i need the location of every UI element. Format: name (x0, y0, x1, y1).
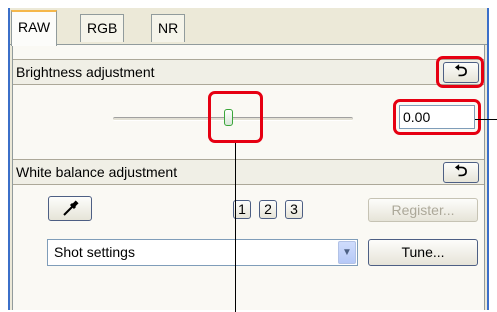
white-balance-title: White balance adjustment (16, 164, 178, 180)
preset-1-label: 1 (238, 201, 246, 217)
thumb-callout-line (235, 143, 236, 312)
tab-raw-label: RAW (18, 19, 51, 35)
white-balance-selected-value: Shot settings (54, 244, 135, 260)
tune-label: Tune... (401, 244, 445, 260)
tab-bar: RAW RGB NR (10, 8, 487, 46)
preset-2-button[interactable]: 2 (259, 200, 277, 219)
tab-nr-label: NR (158, 20, 179, 36)
white-balance-select[interactable]: Shot settings ▼ (47, 239, 358, 266)
white-balance-section-header: White balance adjustment (13, 159, 484, 185)
chevron-down-icon[interactable]: ▼ (338, 241, 356, 264)
tab-raw[interactable]: RAW (11, 10, 58, 46)
tab-rgb-label: RGB (87, 20, 118, 36)
white-balance-reset-button[interactable]: ⮌ (443, 162, 479, 183)
reset-arrow-icon: ⮌ (454, 163, 468, 180)
preset-3-label: 3 (290, 201, 298, 217)
register-label: Register... (391, 202, 455, 218)
eyedropper-icon (63, 200, 79, 216)
tune-button[interactable]: Tune... (368, 239, 478, 266)
preset-2-label: 2 (264, 201, 272, 217)
preset-3-button[interactable]: 3 (285, 200, 303, 219)
eyedropper-button[interactable] (48, 196, 92, 221)
value-callout-line (475, 119, 497, 120)
tab-nr[interactable]: NR (151, 14, 186, 42)
raw-tab-panel: Brightness adjustment ⮌ 0.00 White balan… (12, 45, 485, 310)
value-field-highlight (393, 99, 481, 135)
tool-palette-window: RAW RGB NR Brightness adjustment ⮌ 0.00 … (8, 8, 489, 310)
tab-rgb[interactable]: RGB (80, 14, 125, 42)
brightness-section-header: Brightness adjustment (13, 59, 484, 85)
brightness-title: Brightness adjustment (16, 64, 155, 80)
brightness-reset-highlight (436, 56, 484, 88)
register-button[interactable]: Register... (368, 198, 478, 222)
slider-thumb-highlight (208, 91, 263, 143)
